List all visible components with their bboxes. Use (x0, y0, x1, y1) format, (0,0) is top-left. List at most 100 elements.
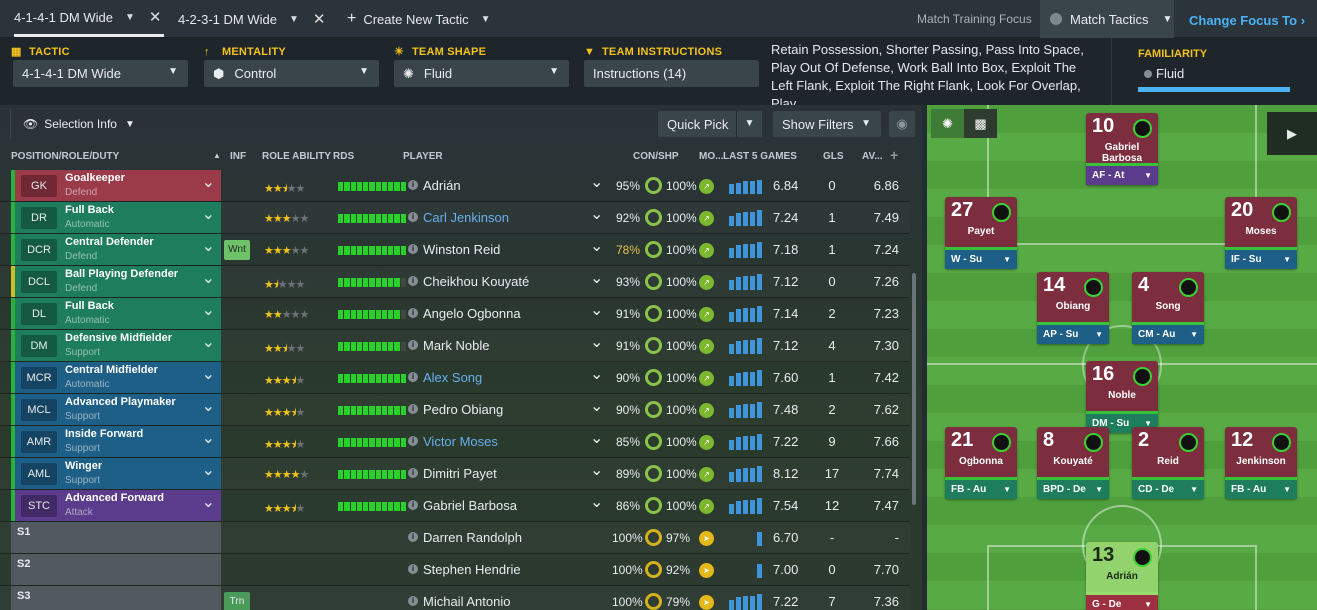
add-column-icon[interactable]: + (890, 147, 898, 163)
info-icon[interactable]: i (408, 500, 418, 510)
player-card[interactable]: 20 Moses IF - Su ▼ (1225, 197, 1297, 269)
player-name[interactable]: Gabriel Barbosa (423, 498, 517, 513)
mentality-dropdown[interactable]: ⬢ Control ▼ (204, 60, 379, 87)
role-cell[interactable]: AMR Inside Forward Support ⌄ (11, 426, 221, 457)
chevron-down-icon[interactable]: ⌄ (202, 172, 215, 192)
col-goals[interactable]: GLS (823, 151, 844, 162)
collapse-panel-icon[interactable]: ▶ (1267, 112, 1317, 155)
player-card[interactable]: 21 Ogbonna FB - Au ▼ (945, 427, 1017, 499)
tab-tactic-2[interactable]: 4-2-3-1 DM Wide ▼ ✕ (178, 0, 325, 38)
chevron-down-icon[interactable]: ▼ (289, 14, 299, 25)
col-player[interactable]: PLAYER (403, 151, 443, 162)
chevron-down-icon[interactable]: ⌄ (590, 172, 603, 192)
sub-slot[interactable]: S1 (11, 522, 221, 553)
info-icon[interactable]: i (408, 596, 418, 606)
info-icon[interactable]: i (408, 180, 418, 190)
col-con-shp[interactable]: CON/SHP (633, 151, 679, 162)
card-role-duty[interactable]: CM - Au ▼ (1132, 322, 1204, 344)
player-name[interactable]: Victor Moses (423, 434, 498, 449)
chevron-down-icon[interactable]: ▼ (1144, 600, 1152, 609)
player-name[interactable]: Mark Noble (423, 338, 489, 353)
card-role-duty[interactable]: IF - Su ▼ (1225, 247, 1297, 269)
chevron-down-icon[interactable]: ⌄ (202, 268, 215, 288)
chevron-down-icon[interactable]: ▼ (1190, 485, 1198, 494)
player-name[interactable]: Adrián (423, 178, 461, 193)
tab-tactic-1[interactable]: 4-1-4-1 DM Wide ▼ ✕ (14, 0, 164, 37)
info-icon[interactable]: i (408, 340, 418, 350)
match-tactics-tab[interactable]: Match Tactics ▼ (1040, 0, 1174, 38)
player-card[interactable]: 14 Obiang AP - Su ▼ (1037, 272, 1109, 344)
familiarity-panel[interactable]: FAMILIARITY Fluid (1111, 38, 1317, 105)
table-row[interactable]: S2 i Stephen Hendrie 100% 92% ➤ 7.00 0 7.70 (0, 554, 910, 586)
table-row[interactable]: GK Goalkeeper Defend ⌄ ★★⯨★★ i Adrián ⌄ 95% 100% ↗… (0, 170, 910, 202)
sort-up-icon[interactable]: ▲ (213, 151, 221, 160)
player-card[interactable]: 13 Adrián G - De ▼ (1086, 542, 1158, 610)
table-row[interactable]: S3 Trn i Michail Antonio 100% 79% ➤ 7.22 7 7.36 (0, 586, 910, 610)
table-row[interactable]: MCL Advanced Playmaker Support ⌄ ★★★⯨★ i Pedro… (0, 394, 910, 426)
chevron-down-icon[interactable]: ⌄ (590, 204, 603, 224)
chevron-down-icon[interactable]: ⌄ (590, 428, 603, 448)
chevron-down-icon[interactable]: ⌄ (590, 332, 603, 352)
chevron-down-icon[interactable]: ▼ (125, 12, 135, 23)
col-position[interactable]: POSITION/ROLE/DUTY (11, 151, 119, 162)
chevron-down-icon[interactable]: ⌄ (590, 236, 603, 256)
chevron-down-icon[interactable]: ⌄ (590, 396, 603, 416)
info-icon[interactable]: i (408, 372, 418, 382)
bar-chart-icon[interactable]: ▩ (964, 109, 997, 138)
info-icon[interactable]: i (408, 564, 418, 574)
info-icon[interactable]: i (408, 404, 418, 414)
card-role-duty[interactable]: W - Su ▼ (945, 247, 1017, 269)
info-icon[interactable]: i (408, 212, 418, 222)
chevron-down-icon[interactable]: ▼ (1190, 330, 1198, 339)
chevron-down-icon[interactable]: ⌄ (202, 492, 215, 512)
chevron-down-icon[interactable]: ▼ (1003, 485, 1011, 494)
card-role-duty[interactable]: FB - Au ▼ (1225, 477, 1297, 499)
chevron-down-icon[interactable]: ⌄ (590, 492, 603, 512)
team-instructions-button[interactable]: Instructions (14) (584, 60, 759, 87)
col-rds[interactable]: RDS (333, 151, 354, 162)
role-cell[interactable]: MCR Central Midfielder Automatic ⌄ (11, 362, 221, 393)
info-icon[interactable]: i (408, 436, 418, 446)
chevron-down-icon[interactable]: ▼ (1095, 330, 1103, 339)
chevron-down-icon[interactable]: ▼ (1283, 255, 1291, 264)
show-filters-button[interactable]: Show Filters ▼ (773, 111, 881, 137)
chevron-down-icon[interactable]: ⌄ (590, 364, 603, 384)
player-name[interactable]: Cheikhou Kouyaté (423, 274, 529, 289)
role-cell[interactable]: DR Full Back Automatic ⌄ (11, 202, 221, 233)
card-role-duty[interactable]: AF - At ▼ (1086, 163, 1158, 185)
col-role-ability[interactable]: ROLE ABILITY (262, 151, 331, 162)
player-card[interactable]: 10 Gabriel Barbosa AF - At ▼ (1086, 113, 1158, 185)
player-name[interactable]: Pedro Obiang (423, 402, 503, 417)
close-icon[interactable]: ✕ (313, 10, 326, 28)
tactic-dropdown[interactable]: 4-1-4-1 DM Wide ▼ (13, 60, 188, 87)
table-row[interactable]: AMR Inside Forward Support ⌄ ★★★⯨★ i Victor Mo… (0, 426, 910, 458)
card-role-duty[interactable]: CD - De ▼ (1132, 477, 1204, 499)
sub-slot[interactable]: S2 (11, 554, 221, 585)
lock-icon[interactable]: ◉ (889, 111, 915, 137)
table-row[interactable]: AML Winger Support ⌄ ★★★★★ i Dimitri Payet ⌄ 89%… (0, 458, 910, 490)
chevron-down-icon[interactable]: ⌄ (202, 300, 215, 320)
player-name[interactable]: Winston Reid (423, 242, 500, 257)
info-icon[interactable]: i (408, 244, 418, 254)
chevron-down-icon[interactable]: ▼ (736, 111, 762, 137)
info-icon[interactable]: i (408, 308, 418, 318)
col-inf[interactable]: INF (230, 151, 246, 162)
chevron-down-icon[interactable]: ⌄ (202, 204, 215, 224)
col-last-5-games[interactable]: LAST 5 GAMES (723, 151, 797, 162)
role-cell[interactable]: DL Full Back Automatic ⌄ (11, 298, 221, 329)
match-training-focus-tab[interactable]: Match Training Focus (917, 0, 1032, 38)
table-row[interactable]: DCR Central Defender Defend ⌄ ★★★★★ Wnt i Winst… (0, 234, 910, 266)
player-name[interactable]: Dimitri Payet (423, 466, 497, 481)
chevron-down-icon[interactable]: ⌄ (590, 268, 603, 288)
quick-pick-button[interactable]: Quick Pick ▼ (658, 111, 762, 137)
player-name[interactable]: Alex Song (423, 370, 482, 385)
chevron-down-icon[interactable]: ⌄ (202, 332, 215, 352)
create-new-tactic-button[interactable]: + Create New Tactic ▼ (347, 0, 491, 38)
role-cell[interactable]: DCL Ball Playing Defender Defend ⌄ (11, 266, 221, 297)
card-role-duty[interactable]: G - De ▼ (1086, 592, 1158, 610)
table-row[interactable]: DCL Ball Playing Defender Defend ⌄ ★⯨★★★ i Che… (0, 266, 910, 298)
chevron-down-icon[interactable]: ▼ (1283, 485, 1291, 494)
player-name[interactable]: Carl Jenkinson (423, 210, 509, 225)
role-cell[interactable]: DCR Central Defender Defend ⌄ (11, 234, 221, 265)
chevron-down-icon[interactable]: ⌄ (590, 460, 603, 480)
